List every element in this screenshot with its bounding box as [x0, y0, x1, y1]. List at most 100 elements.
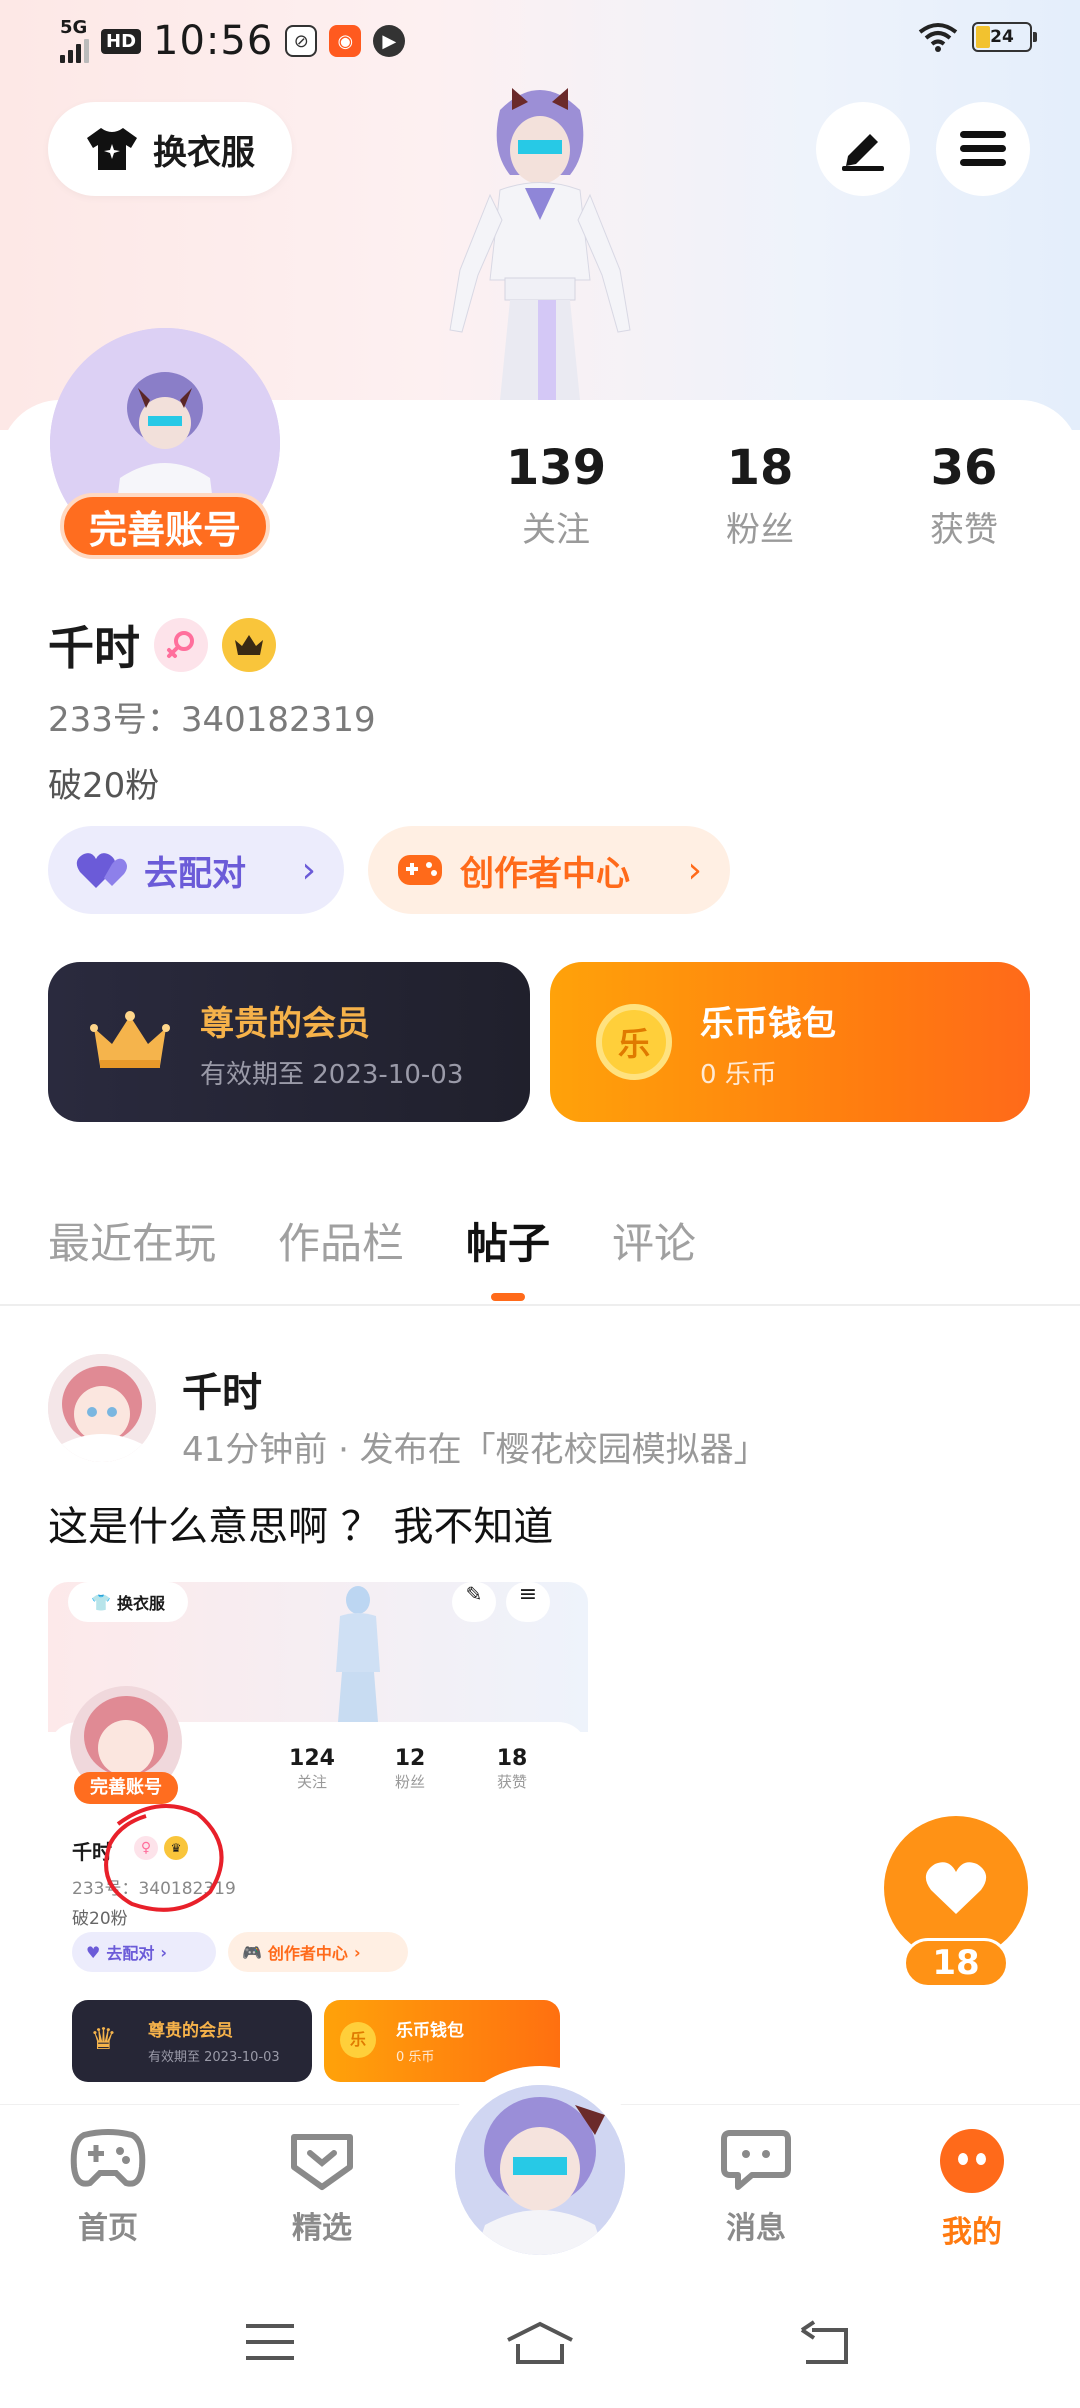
post-text: 这是什么意思啊 ？ 我不知道: [48, 1504, 554, 1550]
post-image-following-label: 关注: [296, 1773, 327, 1791]
post-image-edit-icon: ✎: [452, 1582, 496, 1622]
stat-likes[interactable]: 36 获赞: [884, 440, 1044, 551]
signal-icon: [60, 37, 89, 63]
post-image-likes-label: 获赞: [496, 1773, 527, 1791]
battery-icon: 24: [972, 22, 1037, 52]
home-icon[interactable]: [504, 2320, 576, 2366]
nav-home[interactable]: 首页: [48, 2127, 168, 2247]
vip-title: 尊贵的会员: [200, 1004, 370, 1044]
change-outfit-button[interactable]: 换衣服: [48, 102, 292, 196]
vip-expiry: 有效期至 2023-10-03: [200, 1060, 464, 1090]
post-image-outfit-label: 换衣服: [116, 1594, 165, 1613]
gamepad-icon: [70, 2129, 146, 2187]
post-image-character: [336, 1586, 380, 1722]
post-image-member-title: 尊贵的会员: [148, 2021, 233, 2041]
profile-page: 5G HD 10:56 ⊘ ◉ ▶ 24 换衣服 完善账号 139 关注 18 …: [0, 0, 1080, 2408]
back-icon[interactable]: [798, 2320, 850, 2366]
wallet-title: 乐币钱包: [700, 1004, 836, 1044]
stat-followers[interactable]: 18 粉丝: [680, 440, 840, 551]
tab-posts[interactable]: 帖子: [466, 1210, 550, 1271]
nav-featured[interactable]: 精选: [262, 2127, 382, 2247]
vip-member-card[interactable]: 尊贵的会员 有效期至 2023-10-03: [48, 962, 530, 1122]
creator-center-label: 创作者中心: [460, 853, 630, 894]
creator-center-button[interactable]: 创作者中心 ›: [368, 826, 730, 914]
wallet-balance: 0 乐币: [700, 1060, 777, 1090]
app-notification-icon: ⊘: [285, 25, 318, 57]
tab-works[interactable]: 作品栏: [278, 1210, 404, 1271]
post-image-match-label: 去配对: [106, 1944, 155, 1963]
like-count: 18: [903, 1938, 1009, 1988]
coin-wallet-card[interactable]: 乐 乐币钱包 0 乐币: [550, 962, 1030, 1122]
post-image-menu-icon: ≡: [506, 1582, 550, 1622]
nav-me-label: 我的: [942, 2215, 1002, 2250]
center-avatar-image: [455, 2085, 625, 2255]
match-label: 去配对: [144, 853, 246, 894]
change-outfit-label: 换衣服: [153, 132, 255, 173]
hamburger-icon: [960, 131, 1006, 166]
followers-label: 粉丝: [726, 510, 794, 550]
chevron-right-icon: ›: [687, 849, 702, 891]
post-image-following-count: 124: [289, 1746, 335, 1771]
coin-icon: 乐: [596, 1004, 672, 1080]
following-label: 关注: [522, 510, 590, 550]
post-image[interactable]: 👕 换衣服 ✎ ≡ 完善账号 124 关注 12 粉丝 18 获赞 千时 ♀ ♛ …: [48, 1582, 588, 2082]
user-name: 千时: [48, 621, 140, 675]
menu-button[interactable]: [936, 102, 1030, 196]
following-count: 139: [505, 440, 607, 496]
post-image-followers-count: 12: [394, 1746, 426, 1771]
likes-label: 获赞: [930, 510, 998, 550]
nav-home-label: 首页: [78, 2211, 138, 2246]
tab-recently-played[interactable]: 最近在玩: [48, 1210, 216, 1271]
crown-badge-icon[interactable]: [222, 618, 276, 672]
chevron-right-icon: ›: [301, 849, 316, 891]
post-author-avatar[interactable]: [48, 1354, 156, 1462]
status-bar: 5G HD 10:56 ⊘ ◉ ▶ 24: [0, 0, 1080, 80]
post-image-wallet-title: 乐币钱包: [396, 2021, 464, 2041]
match-button[interactable]: 去配对 ›: [48, 826, 344, 914]
clock: 10:56: [153, 18, 274, 64]
red-circle-annotation: [104, 1804, 224, 1912]
wifi-icon: [918, 23, 958, 52]
system-navigation-bar: [0, 2284, 1080, 2408]
post-image-wallet-subtitle: 0 乐币: [396, 2050, 435, 2065]
post-image-followers-label: 粉丝: [394, 1773, 425, 1791]
likes-count: 36: [930, 440, 998, 496]
avatar-character-illustration: [449, 88, 631, 400]
post-image-match-pill: ♥ 去配对 ›: [72, 1932, 216, 1972]
post-author-name[interactable]: 千时: [182, 1360, 262, 1418]
nav-messages[interactable]: 消息: [696, 2127, 816, 2247]
hd-icon: HD: [101, 28, 142, 54]
gamepad-icon: [398, 855, 442, 885]
user-id: 233号：340182319: [48, 700, 376, 740]
nav-me[interactable]: 我的: [912, 2127, 1032, 2251]
heart-box-icon: [291, 2134, 353, 2190]
post-image-member-subtitle: 有效期至 2023-10-03: [148, 2050, 280, 2065]
user-bio: 破20粉: [48, 766, 160, 806]
followers-count: 18: [726, 440, 794, 496]
play-icon: ▶: [373, 25, 406, 57]
edit-button[interactable]: [816, 102, 910, 196]
post-image-stat-likes: 18 获赞: [472, 1746, 552, 1792]
coin-glyph: 乐: [617, 1025, 650, 1063]
tab-comments[interactable]: 评论: [612, 1210, 696, 1271]
post-image-likes-count: 18: [496, 1746, 528, 1771]
pen-icon: [842, 134, 884, 171]
post-image-member-card: ♛ 尊贵的会员 有效期至 2023-10-03: [72, 2000, 312, 2082]
hearts-icon: [76, 853, 127, 888]
crown-icon: [90, 1011, 170, 1068]
post-image-outfit-button: 👕 换衣服: [68, 1582, 188, 1622]
recents-icon[interactable]: [244, 2320, 296, 2364]
chat-icon: [721, 2130, 791, 2190]
name-row: 千时: [48, 612, 276, 678]
divider: [0, 1304, 1080, 1306]
me-icon: [940, 2129, 1004, 2193]
battery-level: 24: [990, 27, 1014, 47]
stat-following[interactable]: 139 关注: [476, 440, 636, 551]
post-meta[interactable]: 41分钟前 · 发布在「樱花校园模拟器」: [182, 1422, 768, 1471]
complete-account-button[interactable]: 完善账号: [60, 493, 270, 559]
nav-center-avatar-button[interactable]: [436, 2066, 644, 2274]
heart-icon: [925, 1862, 987, 1914]
profile-tabs: 最近在玩 作品栏 帖子 评论: [48, 1210, 696, 1271]
tshirt-icon: [87, 128, 137, 170]
nav-featured-label: 精选: [292, 2211, 352, 2246]
